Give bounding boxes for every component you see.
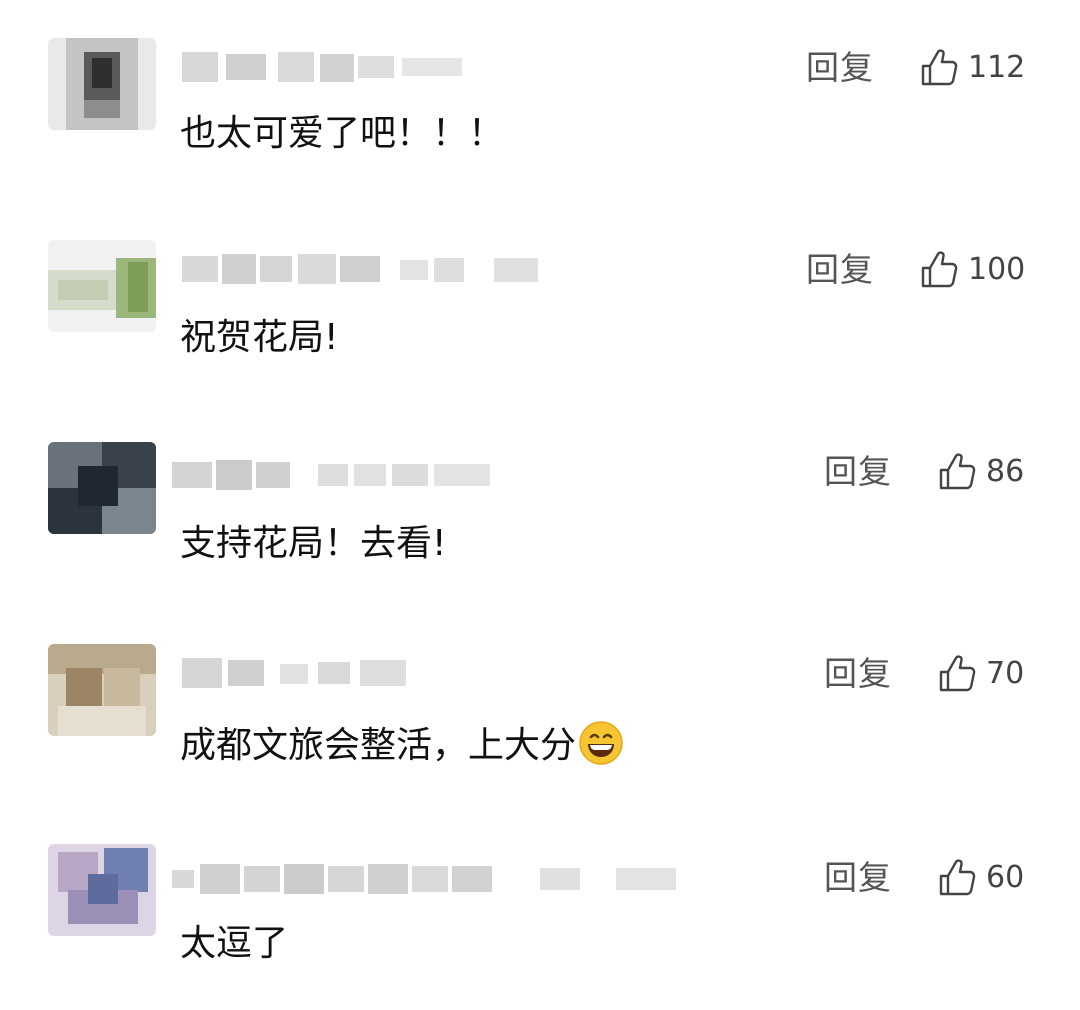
comment-item: 太逗了 回复 60 <box>0 808 1080 1010</box>
like-count: 60 <box>986 860 1025 895</box>
like-button[interactable]: 70 <box>936 652 1024 696</box>
thumbs-up-icon <box>939 453 976 490</box>
like-button[interactable]: 100 <box>918 248 1025 292</box>
avatar[interactable] <box>48 38 156 130</box>
username-blurred[interactable] <box>168 246 548 292</box>
comment-item: 支持花局！去看! 回复 86 <box>0 404 1080 606</box>
thumbs-up-icon <box>939 859 976 896</box>
avatar[interactable] <box>48 240 156 332</box>
username-blurred[interactable] <box>168 650 448 696</box>
username-blurred[interactable] <box>168 452 508 498</box>
comment-text-content: 成都文旅会整活，上大分 <box>180 725 577 766</box>
username-blurred[interactable] <box>168 856 688 902</box>
thumbs-up-icon <box>939 655 976 692</box>
reply-button[interactable]: 回复 <box>824 858 892 898</box>
username-blurred[interactable] <box>168 44 488 90</box>
like-button[interactable]: 60 <box>936 856 1024 900</box>
comment-item: 祝贺花局! 回复 100 <box>0 202 1080 404</box>
reply-button[interactable]: 回复 <box>824 654 892 694</box>
comment-text: 祝贺花局! <box>180 317 339 358</box>
comment-text: 也太可爱了吧！！！ <box>180 113 505 154</box>
grinning-face-emoji <box>579 721 623 765</box>
avatar[interactable] <box>48 644 156 736</box>
comment-text: 成都文旅会整活，上大分 <box>180 720 624 768</box>
comment-text: 支持花局！去看! <box>180 523 447 564</box>
reply-button[interactable]: 回复 <box>824 452 892 492</box>
like-count: 70 <box>986 656 1025 691</box>
reply-button[interactable]: 回复 <box>806 48 874 88</box>
comment-item: 成都文旅会整活，上大分 回复 70 <box>0 606 1080 808</box>
like-count: 86 <box>986 454 1025 489</box>
like-button[interactable]: 86 <box>936 450 1024 494</box>
like-button[interactable]: 112 <box>918 46 1025 90</box>
avatar[interactable] <box>48 442 156 534</box>
comment-text: 太逗了 <box>180 923 289 964</box>
like-count: 112 <box>968 50 1026 85</box>
avatar[interactable] <box>48 844 156 936</box>
thumbs-up-icon <box>921 49 958 86</box>
comment-item: 也太可爱了吧！！！ 回复 112 <box>0 0 1080 202</box>
like-count: 100 <box>968 252 1026 287</box>
reply-button[interactable]: 回复 <box>806 250 874 290</box>
thumbs-up-icon <box>921 251 958 288</box>
